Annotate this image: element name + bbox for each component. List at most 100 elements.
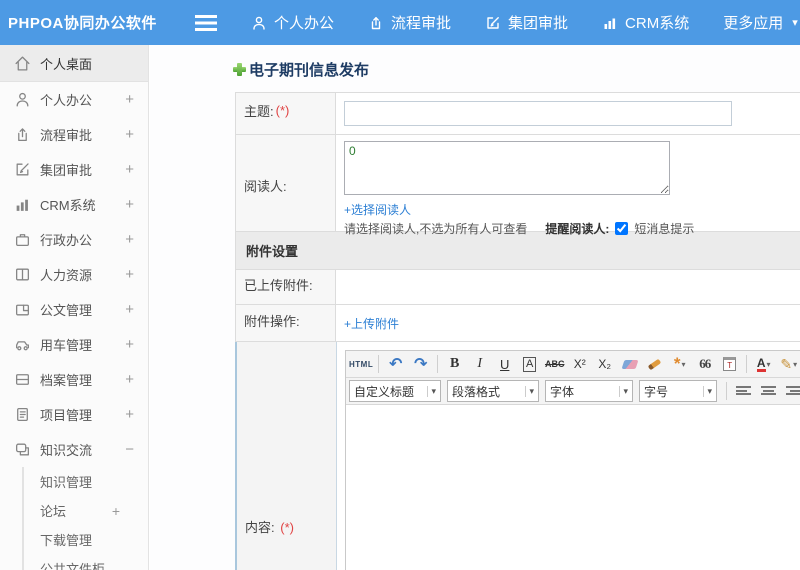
edit-icon — [487, 16, 499, 29]
sidebar-item-document-management[interactable]: 公文管理 + — [0, 292, 148, 327]
sidebar-item-label: 用车管理 — [40, 338, 93, 353]
align-right-button[interactable] — [782, 380, 800, 402]
uploaded-attachments-row: 已上传附件: — [236, 270, 800, 305]
expand-plus-icon[interactable]: + — [125, 91, 134, 108]
readers-hint: 请选择阅读人,不选为所有人可查看 — [344, 222, 528, 236]
nav-personal-office[interactable]: 个人办公 — [251, 12, 334, 33]
sidebar-item-process-approval[interactable]: 流程审批 + — [0, 117, 148, 152]
uploaded-attachments-value — [336, 270, 800, 304]
content-row: 内容: (*) HTML ↶ ↷ B I U A ABC X² X₂ * ▾ 6… — [235, 342, 800, 570]
font-style-button[interactable]: A — [518, 353, 541, 375]
format-brush-button[interactable] — [643, 353, 666, 375]
sidebar-item-admin-office[interactable]: 行政办公 + — [0, 222, 148, 257]
readers-textarea[interactable]: 0 — [344, 141, 670, 195]
toolbar-separator — [726, 382, 727, 400]
nav-label: CRM系统 — [625, 15, 690, 32]
italic-button[interactable]: I — [468, 353, 491, 375]
expand-plus-icon[interactable]: + — [112, 503, 120, 519]
blockquote-button[interactable]: 66 — [693, 353, 716, 375]
toolbar-separator — [378, 355, 380, 373]
font-size-dropdown[interactable]: 字号 ▾ — [639, 380, 717, 402]
redo-button[interactable]: ↷ — [409, 353, 432, 375]
font-color-button[interactable]: A ▾ — [752, 353, 775, 375]
align-left-button[interactable] — [732, 380, 755, 402]
attachment-operations-row: 附件操作: +上传附件 — [236, 305, 800, 342]
quick-format-button[interactable]: * ▾ — [668, 353, 691, 375]
process-icon — [371, 16, 381, 29]
eraser-icon — [621, 359, 639, 369]
expand-plus-icon[interactable]: + — [125, 126, 134, 143]
sidebar-item-label: 集团审批 — [40, 163, 93, 178]
person-icon — [253, 16, 265, 30]
subscript-button[interactable]: X₂ — [593, 353, 616, 375]
strikethrough-button[interactable]: ABC — [543, 353, 566, 375]
sidebar-item-personal-office[interactable]: 个人办公 + — [0, 82, 148, 117]
sidebar-subitem-public-file-cabinet[interactable]: 公共文件柜 — [24, 554, 148, 570]
sidebar-item-knowledge-exchange[interactable]: 知识交流 − — [0, 432, 148, 467]
paragraph-format-dropdown[interactable]: 段落格式 ▾ — [447, 380, 539, 402]
sidebar-subitem-download-management[interactable]: 下载管理 — [24, 525, 148, 554]
heading-dropdown[interactable]: 自定义标题 ▾ — [349, 380, 441, 402]
expand-plus-icon[interactable]: + — [125, 196, 134, 213]
caret-down-icon: ▾ — [793, 359, 798, 369]
sidebar-subnav: 知识管理 论坛 + 下载管理 公共文件柜 — [22, 467, 148, 570]
person-icon — [16, 92, 29, 107]
briefcase-icon — [16, 234, 29, 246]
upload-attachment-link[interactable]: +上传附件 — [344, 315, 399, 332]
underline-button[interactable]: U — [493, 353, 516, 375]
expand-plus-icon[interactable]: + — [125, 231, 134, 248]
main-content: 电子期刊信息发布 主题: (*) 阅读人: 0 +选择阅读人 请选择阅读人,不选… — [150, 45, 800, 570]
paste-icon: T — [723, 357, 737, 371]
sidebar-item-personal-desktop[interactable]: 个人桌面 — [0, 45, 148, 82]
bold-button[interactable]: B — [443, 353, 466, 375]
sidebar-item-archive-management[interactable]: 档案管理 + — [0, 362, 148, 397]
html-source-button[interactable]: HTML — [349, 353, 373, 375]
sidebar-item-project-management[interactable]: 项目管理 + — [0, 397, 148, 432]
document-icon — [16, 304, 29, 316]
sidebar-item-label: CRM系统 — [40, 198, 96, 213]
sms-notify-checkbox[interactable] — [615, 222, 629, 235]
font-family-dropdown[interactable]: 字体 ▾ — [545, 380, 633, 402]
eraser-button[interactable] — [618, 353, 641, 375]
expand-plus-icon[interactable]: + — [125, 161, 134, 178]
superscript-button[interactable]: X² — [568, 353, 591, 375]
process-icon — [18, 128, 27, 141]
paste-text-button[interactable]: T — [718, 353, 741, 375]
nav-more-apps[interactable]: 更多应用 ▾ — [723, 12, 798, 33]
expand-plus-icon[interactable]: + — [125, 266, 134, 283]
brush-icon — [647, 358, 662, 370]
expand-plus-icon[interactable]: + — [125, 336, 134, 353]
subject-input[interactable] — [344, 101, 732, 126]
sidebar-item-human-resources[interactable]: 人力资源 + — [0, 257, 148, 292]
sidebar-subitem-forum[interactable]: 论坛 + — [24, 496, 148, 525]
highlight-color-button[interactable]: ✎ ▾ — [777, 353, 800, 375]
undo-button[interactable]: ↶ — [384, 353, 407, 375]
archive-icon — [16, 374, 29, 385]
sidebar-item-group-approval[interactable]: 集团审批 + — [0, 152, 148, 187]
editor-toolbar-row2: 自定义标题 ▾ 段落格式 ▾ 字体 ▾ 字号 ▾ — [346, 378, 800, 405]
sidebar-item-label: 公文管理 — [40, 303, 93, 318]
nav-process-approval[interactable]: 流程审批 — [368, 12, 451, 33]
expand-plus-icon[interactable]: + — [125, 301, 134, 318]
home-icon — [15, 55, 30, 71]
sidebar-subitem-label: 知识管理 — [40, 475, 93, 490]
chart-icon — [16, 199, 28, 211]
expand-plus-icon[interactable]: + — [125, 406, 134, 423]
nav-crm-system[interactable]: CRM系统 — [602, 12, 689, 33]
choose-readers-link[interactable]: +选择阅读人 — [344, 201, 411, 218]
expand-plus-icon[interactable]: + — [125, 371, 134, 388]
top-nav: 个人办公 流程审批 集团审批 CRM系统 更多应用 ▾ — [251, 12, 798, 33]
align-center-button[interactable] — [757, 380, 780, 402]
sidebar-item-vehicle-management[interactable]: 用车管理 + — [0, 327, 148, 362]
sidebar-subitem-knowledge-management[interactable]: 知识管理 — [24, 467, 148, 496]
green-plus-icon — [233, 63, 246, 76]
collapse-minus-icon[interactable]: − — [125, 441, 134, 458]
nav-label: 更多应用 — [723, 15, 784, 32]
hamburger-menu-icon[interactable] — [195, 14, 217, 31]
sidebar-item-label: 知识交流 — [40, 443, 93, 458]
car-icon — [16, 341, 29, 351]
sidebar-item-crm-system[interactable]: CRM系统 + — [0, 187, 148, 222]
nav-group-approval[interactable]: 集团审批 — [485, 12, 568, 33]
readers-row: 阅读人: 0 +选择阅读人 请选择阅读人,不选为所有人可查看 提醒阅读人: 短消… — [236, 135, 800, 236]
editor-content-area[interactable] — [346, 405, 800, 570]
